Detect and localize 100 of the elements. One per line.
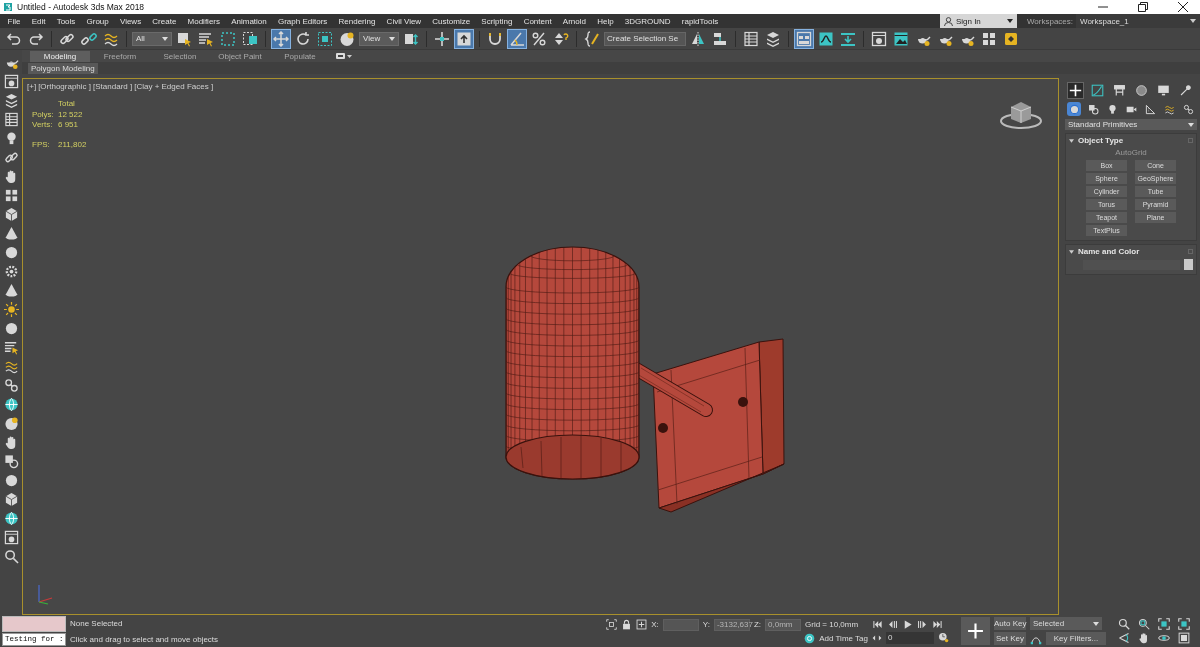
step-back-icon[interactable] [887,618,898,630]
collapse-icon[interactable] [1069,138,1074,143]
collapse-icon[interactable] [1069,249,1074,254]
render-window-icon[interactable] [3,530,19,545]
window-panel-button[interactable] [794,28,814,49]
cone-icon[interactable] [3,283,19,298]
gears-tab[interactable] [1181,102,1195,116]
lock-icon[interactable] [621,619,633,630]
magnifier-icon[interactable] [3,549,19,564]
workspace-dropdown[interactable]: Workspace_1 [1076,14,1200,28]
list-cursor-icon[interactable] [3,340,19,355]
zoom-window-icon[interactable] [1138,618,1150,630]
skip-end-icon[interactable] [932,618,943,630]
rollout-title[interactable]: Name and Color [1078,247,1184,256]
x-coordinate-field[interactable] [662,618,699,631]
ball-icon[interactable] [3,245,19,260]
sign-in-dropdown[interactable]: Sign In [939,14,1017,28]
magnifier-icon[interactable] [1118,618,1130,630]
auto-key-button[interactable]: Auto Key [994,617,1026,630]
menu-item[interactable]: Edit [26,16,52,26]
frame-spinner[interactable]: 0 [886,631,934,644]
menu-item[interactable]: Animation [225,16,273,26]
play-icon[interactable] [902,618,913,630]
plus-tab[interactable] [1067,82,1084,99]
dropdown[interactable]: All [132,31,172,46]
isolate-icon[interactable] [606,619,618,630]
ball-icon[interactable] [3,321,19,336]
key-filters-button[interactable]: Key Filters... [1046,632,1106,645]
wave-icon[interactable] [3,359,19,374]
ribbon-toggle-icon[interactable] [336,52,352,60]
globe-icon[interactable] [3,397,19,412]
viewport-label[interactable]: [+] [27,82,37,91]
step-forward-icon[interactable] [917,618,928,630]
clock-icon[interactable] [938,632,949,643]
menu-item[interactable]: 3DGROUND [619,16,677,26]
ruler-tab[interactable] [1143,102,1157,116]
cube-icon[interactable] [3,207,19,222]
key-mode-dropdown[interactable]: Selected [1030,617,1102,630]
menu-item[interactable]: Civil View [381,16,427,26]
globe-icon[interactable] [3,511,19,526]
time-tag-icon[interactable] [804,632,816,644]
render-window-icon[interactable] [3,74,19,89]
viewport-label[interactable]: [Standard ] [93,82,133,91]
gears-icon[interactable] [3,378,19,393]
move-button[interactable] [271,28,291,49]
curve-graph-tab[interactable] [1089,82,1106,99]
cube-icon[interactable] [3,492,19,507]
set-key-button[interactable] [961,617,990,645]
menu-item[interactable]: File [2,16,27,26]
category-dropdown[interactable]: Standard Primitives [1065,119,1197,130]
ring-sphere-tab[interactable] [1067,102,1081,116]
menu-item[interactable]: Modifiers [181,16,226,26]
menu-item[interactable]: Tools [51,16,81,26]
rollout-title[interactable]: Object Type [1078,136,1184,145]
sun-icon[interactable] [3,302,19,317]
dropdown[interactable]: View [359,31,399,46]
link-icon[interactable] [3,150,19,165]
set-key-button[interactable]: Set Key [994,632,1026,645]
menu-item[interactable]: Graph Editors [272,16,333,26]
menu-item[interactable]: Rendering [332,16,381,26]
table-icon[interactable] [3,112,19,127]
sphere-icon[interactable] [3,416,19,431]
listener-field[interactable] [2,616,66,632]
up-arrow-square-button[interactable] [454,28,474,49]
time-tag-label[interactable]: Add Time Tag [819,633,868,643]
orbit-icon[interactable] [1158,632,1170,644]
ribbon-tab[interactable]: Modeling [30,50,90,62]
shapes-tab[interactable] [1086,102,1100,116]
maximize-icon[interactable] [1178,632,1190,644]
ribbon-tab[interactable]: Populate [270,50,330,62]
viewport-label[interactable]: [Clay + Edged Faces ] [134,82,214,91]
menu-item[interactable]: Help [591,16,620,26]
gear-icon[interactable] [3,264,19,279]
grid-icon[interactable] [3,188,19,203]
plus-square-icon[interactable] [636,619,648,630]
ball-icon[interactable] [3,473,19,488]
shapes-icon[interactable] [3,454,19,469]
selection-set-field[interactable]: Create Selection Se [604,31,686,46]
angle-button[interactable] [507,28,527,49]
skip-start-icon[interactable] [872,618,883,630]
viewport[interactable]: [+] [Orthographic ] [Standard ] [Clay + Edged Faces ] Total Polys: 12 522 Verts: 6 951 FPS: 211,802 [22,78,1059,615]
menu-item[interactable]: rapidTools [676,16,724,26]
menu-item[interactable]: Create [146,16,182,26]
layers-icon[interactable] [3,93,19,108]
ribbon-tab[interactable]: Freeform [90,50,150,62]
color-swatch[interactable] [1184,259,1193,270]
hand-icon[interactable] [1138,632,1150,644]
extents-icon[interactable] [1158,618,1170,630]
restore-icon[interactable] [1138,2,1148,12]
viewport-label[interactable]: [Orthographic ] [38,82,92,91]
menu-item[interactable]: Views [114,16,147,26]
z-coordinate-field[interactable]: 0,0mm [765,618,801,631]
menu-item[interactable]: Scripting [475,16,519,26]
menu-item[interactable]: Content [518,16,558,26]
bracket-button[interactable] [582,28,602,49]
close-icon[interactable] [1178,2,1188,12]
cone-icon[interactable] [3,226,19,241]
menu-item[interactable]: Arnold [557,16,592,26]
extents-icon[interactable] [1178,618,1190,630]
ribbon-tab[interactable]: Object Paint [210,50,270,62]
